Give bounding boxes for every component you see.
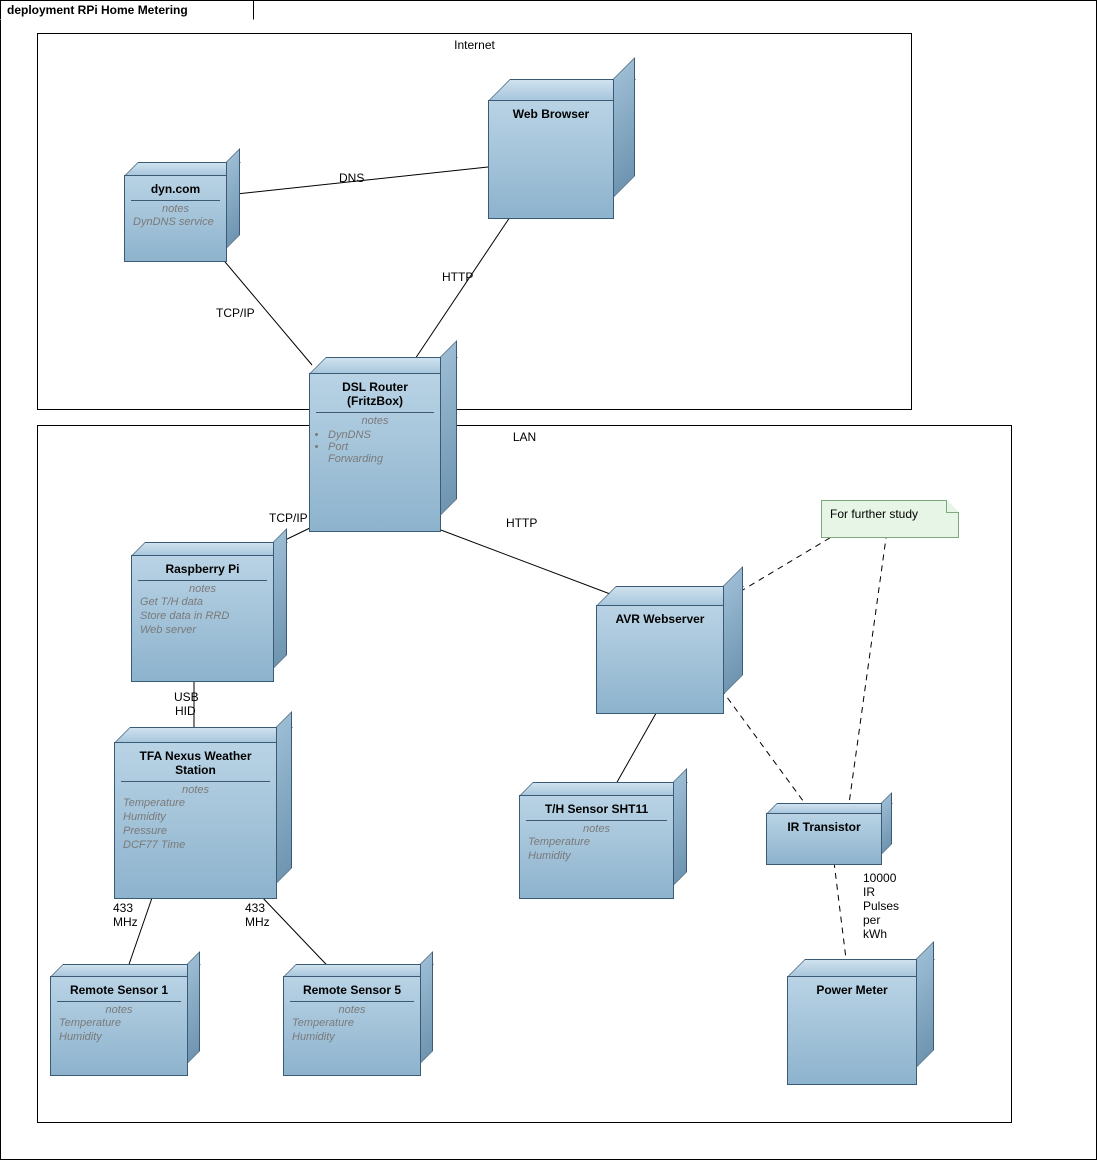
label-mhzb: MHz [245, 915, 270, 929]
node-router-li3: Forwarding [328, 453, 440, 465]
label-http1: HTTP [442, 270, 473, 284]
label-dns: DNS [339, 171, 364, 185]
node-tfa: TFA Nexus Weather Station notes Temperat… [114, 727, 294, 899]
node-router-li2: Port [328, 441, 440, 453]
note-fold-icon [946, 500, 959, 513]
node-rs5-noteshd: notes [284, 1004, 420, 1016]
node-tfa-n1: Temperature [115, 796, 276, 810]
node-router-title2: (FritzBox) [310, 394, 440, 410]
node-ir-title: IR Transistor [767, 814, 881, 836]
node-tfa-n2: Humidity [115, 810, 276, 824]
label-usb: USB [174, 690, 199, 704]
note-text: For further study [822, 501, 958, 527]
node-pm-title: Power Meter [788, 977, 916, 999]
node-rs1-noteshd: notes [51, 1004, 187, 1016]
node-sht: T/H Sensor SHT11 notes Temperature Humid… [519, 782, 689, 899]
node-tfa-n4: DCF77 Time [115, 838, 276, 852]
frame-tab: deployment RPi Home Metering [0, 0, 254, 20]
label-tcpip1: TCP/IP [216, 306, 255, 320]
node-router: DSL Router (FritzBox) notes DynDNS Port … [309, 357, 459, 532]
node-rpi-n1: Get T/H data [132, 595, 273, 609]
label-tcpip2: TCP/IP [269, 511, 308, 525]
node-tfa-title2: Station [115, 763, 276, 779]
node-dyn-title: dyn.com [125, 176, 226, 198]
label-mhza: MHz [113, 915, 138, 929]
node-sht-n2: Humidity [520, 849, 673, 863]
node-tfa-n3: Pressure [115, 824, 276, 838]
node-pm: Power Meter [787, 959, 937, 1085]
node-avr: AVR Webserver [596, 586, 746, 714]
node-dyn-n1: DynDNS service [125, 215, 226, 229]
node-rs1-n1: Temperature [51, 1016, 187, 1030]
node-dyn: dyn.com notes DynDNS service [124, 162, 242, 262]
node-rpi-n3: Web server [132, 623, 273, 637]
node-rs5-n1: Temperature [284, 1016, 420, 1030]
node-rpi: Raspberry Pi notes Get T/H data Store da… [131, 542, 289, 682]
region-internet-title: Internet [454, 38, 495, 52]
label-http2: HTTP [506, 516, 537, 530]
label-433a: 433 [113, 901, 133, 915]
node-rs5-n2: Humidity [284, 1030, 420, 1044]
node-router-li1: DynDNS [328, 429, 440, 441]
label-ir3: Pulses [863, 899, 899, 913]
label-hid: HID [175, 704, 196, 718]
label-ir1: 10000 [863, 871, 896, 885]
node-dyn-noteshd: notes [125, 203, 226, 215]
node-sht-n1: Temperature [520, 835, 673, 849]
frame-title: deployment RPi Home Metering [7, 3, 188, 17]
node-rs1-title: Remote Sensor 1 [51, 977, 187, 999]
node-ir: IR Transistor [766, 803, 894, 865]
label-ir5: kWh [863, 927, 887, 941]
node-rpi-title: Raspberry Pi [132, 556, 273, 578]
node-router-title1: DSL Router [310, 374, 440, 394]
node-browser-title: Web Browser [489, 101, 613, 123]
node-sht-noteshd: notes [520, 823, 673, 835]
node-rs1: Remote Sensor 1 notes Temperature Humidi… [50, 964, 202, 1076]
diagram-canvas: deployment RPi Home Metering Internet LA… [0, 0, 1097, 1160]
node-avr-title: AVR Webserver [597, 606, 723, 628]
node-rs1-n2: Humidity [51, 1030, 187, 1044]
node-browser: Web Browser [488, 79, 638, 219]
label-ir2: IR [863, 885, 875, 899]
uml-note: For further study [821, 500, 959, 538]
node-tfa-title1: TFA Nexus Weather [115, 743, 276, 763]
region-lan-title: LAN [513, 430, 536, 444]
node-rpi-noteshd: notes [132, 583, 273, 595]
node-rpi-n2: Store data in RRD [132, 609, 273, 623]
node-tfa-noteshd: notes [115, 784, 276, 796]
node-rs5: Remote Sensor 5 notes Temperature Humidi… [283, 964, 435, 1076]
node-sht-title: T/H Sensor SHT11 [520, 796, 673, 818]
label-ir4: per [863, 913, 880, 927]
label-433b: 433 [245, 901, 265, 915]
node-rs5-title: Remote Sensor 5 [284, 977, 420, 999]
node-router-noteshd: notes [310, 415, 440, 427]
